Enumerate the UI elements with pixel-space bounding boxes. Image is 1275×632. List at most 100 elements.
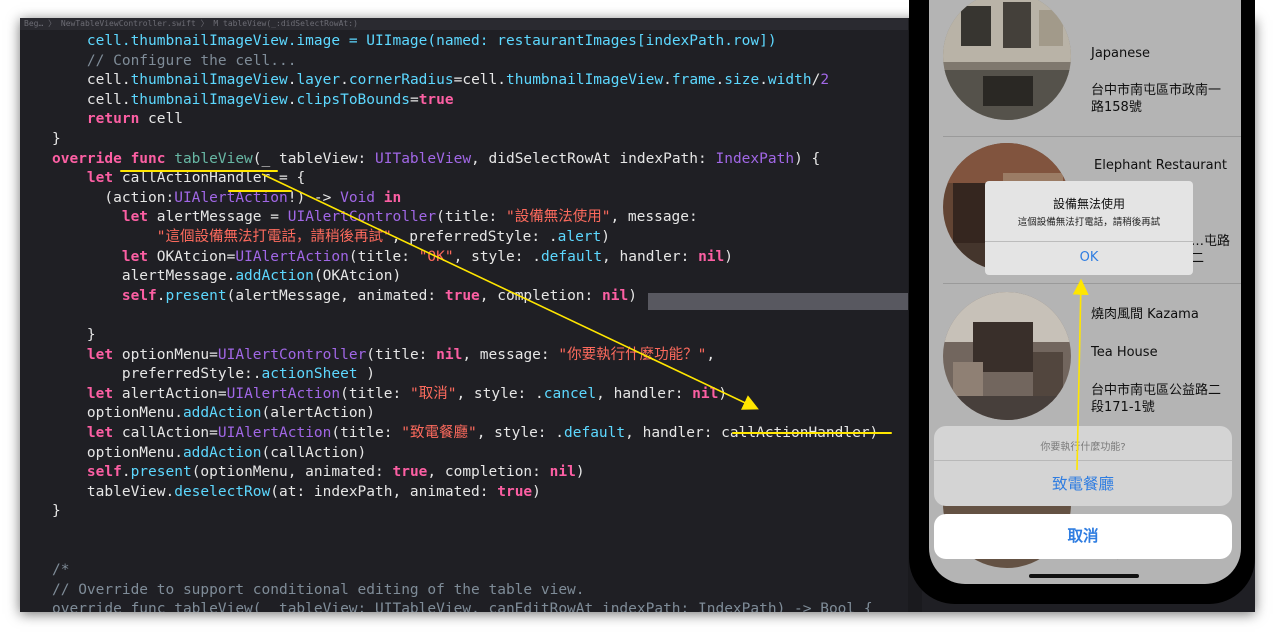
code-token: nil	[602, 287, 629, 304]
code-token: UITableView	[375, 150, 472, 167]
code-token: cell.	[52, 91, 131, 108]
code-token: callActionHandler = {	[113, 170, 306, 187]
code-token: // Configure the cell...	[86, 52, 297, 69]
code-token: .	[759, 72, 768, 89]
code-token: return	[86, 111, 140, 128]
cancel-button[interactable]: 取消	[934, 514, 1232, 559]
code-token: , message:	[610, 209, 698, 226]
code-token: thumbnailImageView	[506, 72, 664, 89]
code-token: self	[86, 464, 122, 481]
code-token: UIAlertAction	[217, 425, 332, 441]
code-token: (title:	[331, 425, 402, 441]
code-token: deselectRow	[174, 483, 271, 500]
code-line[interactable]: alertMessage.addAction(OKAtcion)	[52, 266, 401, 286]
code-token: IndexPath	[715, 150, 795, 167]
code-token: tableView.	[52, 483, 175, 500]
code-token: nil	[436, 346, 463, 363]
jump-bar-breadcrumb[interactable]: Beg… 〉 NewTableViewController.swift 〉 M …	[20, 18, 914, 30]
code-token: true	[444, 287, 480, 304]
code-line[interactable]: "這個設備無法打電話，請稍後再試", preferredStyle: .aler…	[52, 227, 610, 247]
line-highlight	[648, 293, 908, 310]
code-token: true	[392, 464, 428, 481]
code-token: self	[121, 287, 157, 304]
code-line[interactable]: // Override to support conditional editi…	[52, 580, 585, 600]
action-sheet-divider	[934, 460, 1232, 461]
code-token: let	[121, 248, 149, 265]
code-token: }	[52, 327, 96, 343]
call-restaurant-button[interactable]: 致電餐廳	[934, 472, 1232, 494]
alert-title: 設備無法使用	[1052, 197, 1125, 211]
code-token: (optionMenu, animated:	[191, 464, 393, 481]
code-token: layer	[296, 72, 341, 89]
code-token: UIAlertController	[217, 346, 367, 363]
code-line[interactable]: let alertMessage = UIAlertController(tit…	[52, 207, 698, 227]
code-line[interactable]: preferredStyle:.actionSheet )	[52, 364, 375, 384]
code-line[interactable]: /*	[52, 560, 69, 580]
code-token: "OK"	[418, 248, 454, 265]
code-token: (title:	[436, 209, 506, 226]
code-line[interactable]: let optionMenu=UIAlertController(title: …	[52, 345, 715, 365]
code-token: (title:	[348, 248, 419, 265]
action-sheet-message: 你要執行什麼功能?	[1040, 442, 1126, 453]
code-token: override func	[52, 150, 175, 167]
code-token: =cell.	[453, 72, 506, 89]
code-token: , style: .	[453, 248, 541, 265]
code-token: let	[86, 346, 114, 363]
code-token: size	[724, 72, 760, 89]
code-token: cell	[139, 111, 183, 128]
code-line[interactable]: cell.thumbnailImageView.layer.cornerRadi…	[52, 70, 829, 90]
code-token: , completion:	[427, 464, 550, 481]
code-line[interactable]: tableView.deselectRow(at: indexPath, ani…	[52, 482, 541, 502]
code-token: nil	[698, 248, 725, 265]
code-line[interactable]: }	[52, 325, 96, 345]
code-line[interactable]: cell.thumbnailImageView.clipsToBounds=tr…	[52, 90, 454, 110]
code-token: alertMessage.	[52, 268, 236, 285]
code-line[interactable]: let alertAction=UIAlertAction(title: "取消…	[52, 384, 727, 404]
code-line[interactable]: (action:UIAlertAction!) -> Void in	[52, 188, 401, 208]
code-token: let	[121, 209, 149, 226]
code-token: true	[418, 91, 454, 108]
code-token: =	[409, 91, 419, 108]
code-line[interactable]: self.present(alertMessage, animated: tru…	[52, 286, 637, 306]
code-line[interactable]: override func tableView(_ tableView: UIT…	[52, 149, 820, 169]
code-line[interactable]: }	[52, 501, 61, 521]
code-token: UIAlertAction	[226, 385, 341, 402]
code-line[interactable]: return cell	[52, 109, 183, 129]
code-line[interactable]: cell.thumbnailImageView.image = UIImage(…	[52, 31, 777, 51]
code-token: alertMessage =	[148, 209, 288, 226]
ok-button[interactable]: OK	[985, 250, 1193, 265]
code-token: /*	[52, 562, 70, 579]
alert-divider	[985, 241, 1193, 242]
code-token: UIAlertAction	[174, 189, 288, 206]
code-line[interactable]: // Configure the cell...	[52, 51, 297, 71]
code-token: "你要執行什麼功能？"	[558, 346, 707, 363]
code-token: ) {	[794, 150, 821, 167]
code-token: (action:	[52, 189, 175, 206]
code-line[interactable]: optionMenu.addAction(alertAction)	[52, 403, 375, 423]
code-token: )	[724, 248, 734, 265]
code-line[interactable]: }	[52, 129, 61, 149]
code-line[interactable]: let OKAtcion=UIAlertAction(title: "OK", …	[52, 247, 733, 267]
code-token: present	[165, 287, 227, 304]
code-line[interactable]: self.present(optionMenu, animated: true,…	[52, 462, 585, 482]
code-editor[interactable]: cell.thumbnailImageView.image = UIImage(…	[20, 30, 908, 612]
code-token: optionMenu=	[113, 346, 218, 363]
code-line[interactable]: optionMenu.addAction(callAction)	[52, 443, 366, 463]
code-token: )	[532, 483, 541, 500]
code-token: tableView	[174, 150, 253, 167]
code-token: UIAlertAction	[235, 248, 349, 265]
code-line[interactable]: override func tableView(_ tableView: UIT…	[52, 599, 873, 612]
code-token: nil	[549, 464, 576, 481]
code-token: UIAlertController	[287, 209, 437, 226]
code-token: )	[601, 229, 610, 245]
code-token: cornerRadius	[348, 72, 454, 89]
alert-message: 這個設備無法打電話，請稍後再試	[1017, 217, 1161, 228]
code-token: , didSelectRowAt indexPath:	[471, 150, 716, 167]
home-indicator[interactable]	[1029, 574, 1139, 578]
